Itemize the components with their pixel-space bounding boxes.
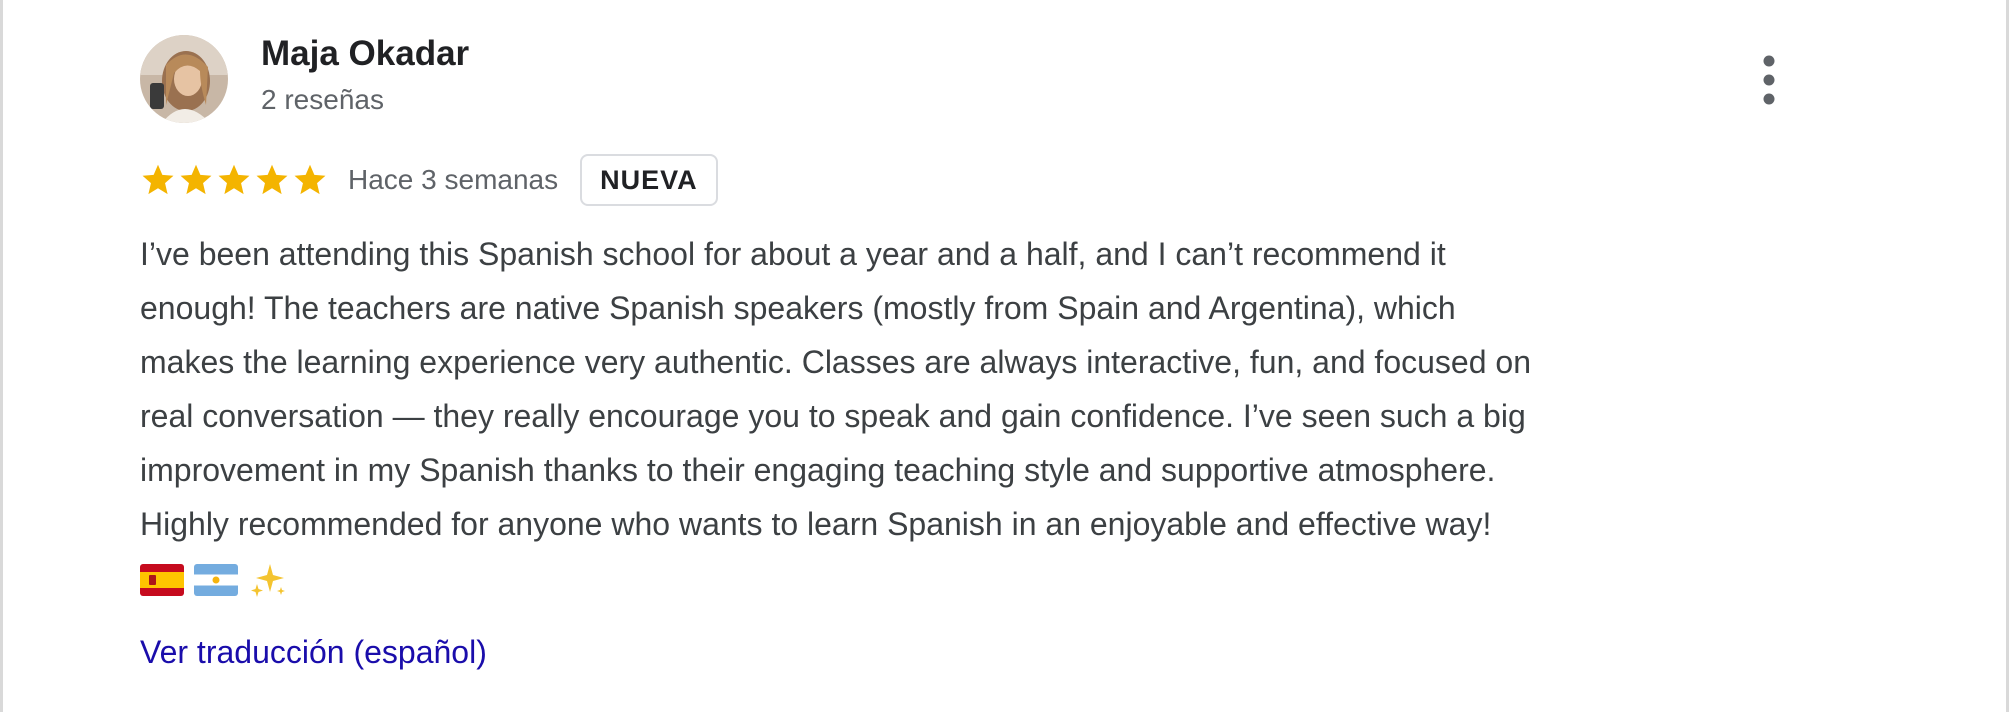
review-text-line: improvement in my Spanish thanks to thei… (140, 452, 1496, 488)
more-vertical-icon (1763, 55, 1775, 105)
avatar-image (140, 35, 228, 123)
sparkles-emoji (251, 564, 285, 597)
review-text-line: Highly recommended for anyone who wants … (140, 506, 1492, 542)
emoji-row (140, 558, 288, 602)
review-text-line: real conversation — they really encourag… (140, 398, 1526, 434)
argentina-flag-emoji (194, 564, 238, 596)
rating-row: Hace 3 semanas NUEVA (140, 152, 718, 208)
new-badge: NUEVA (580, 154, 718, 206)
star-icon (218, 164, 250, 195)
review-text-line: I’ve been attending this Spanish school … (140, 236, 1446, 272)
more-options-button[interactable] (1751, 52, 1787, 108)
review-card: Maja Okadar 2 reseñas Hace 3 semanas NUE… (0, 0, 2009, 712)
spain-flag-emoji (140, 564, 184, 596)
avatar[interactable] (140, 35, 228, 123)
author-name[interactable]: Maja Okadar (261, 34, 469, 74)
review-text: I’ve been attending this Spanish school … (140, 227, 1840, 551)
star-icon (180, 164, 212, 195)
review-text-line: enough! The teachers are native Spanish … (140, 290, 1456, 326)
review-text-line: makes the learning experience very authe… (140, 344, 1531, 380)
star-icon (142, 164, 174, 195)
author-review-count[interactable]: 2 reseñas (261, 84, 384, 116)
star-icon (294, 164, 326, 195)
star-icon (256, 164, 288, 195)
translation-link[interactable]: Ver traducción (español) (140, 634, 487, 671)
star-rating (140, 162, 328, 198)
review-date: Hace 3 semanas (348, 164, 559, 195)
